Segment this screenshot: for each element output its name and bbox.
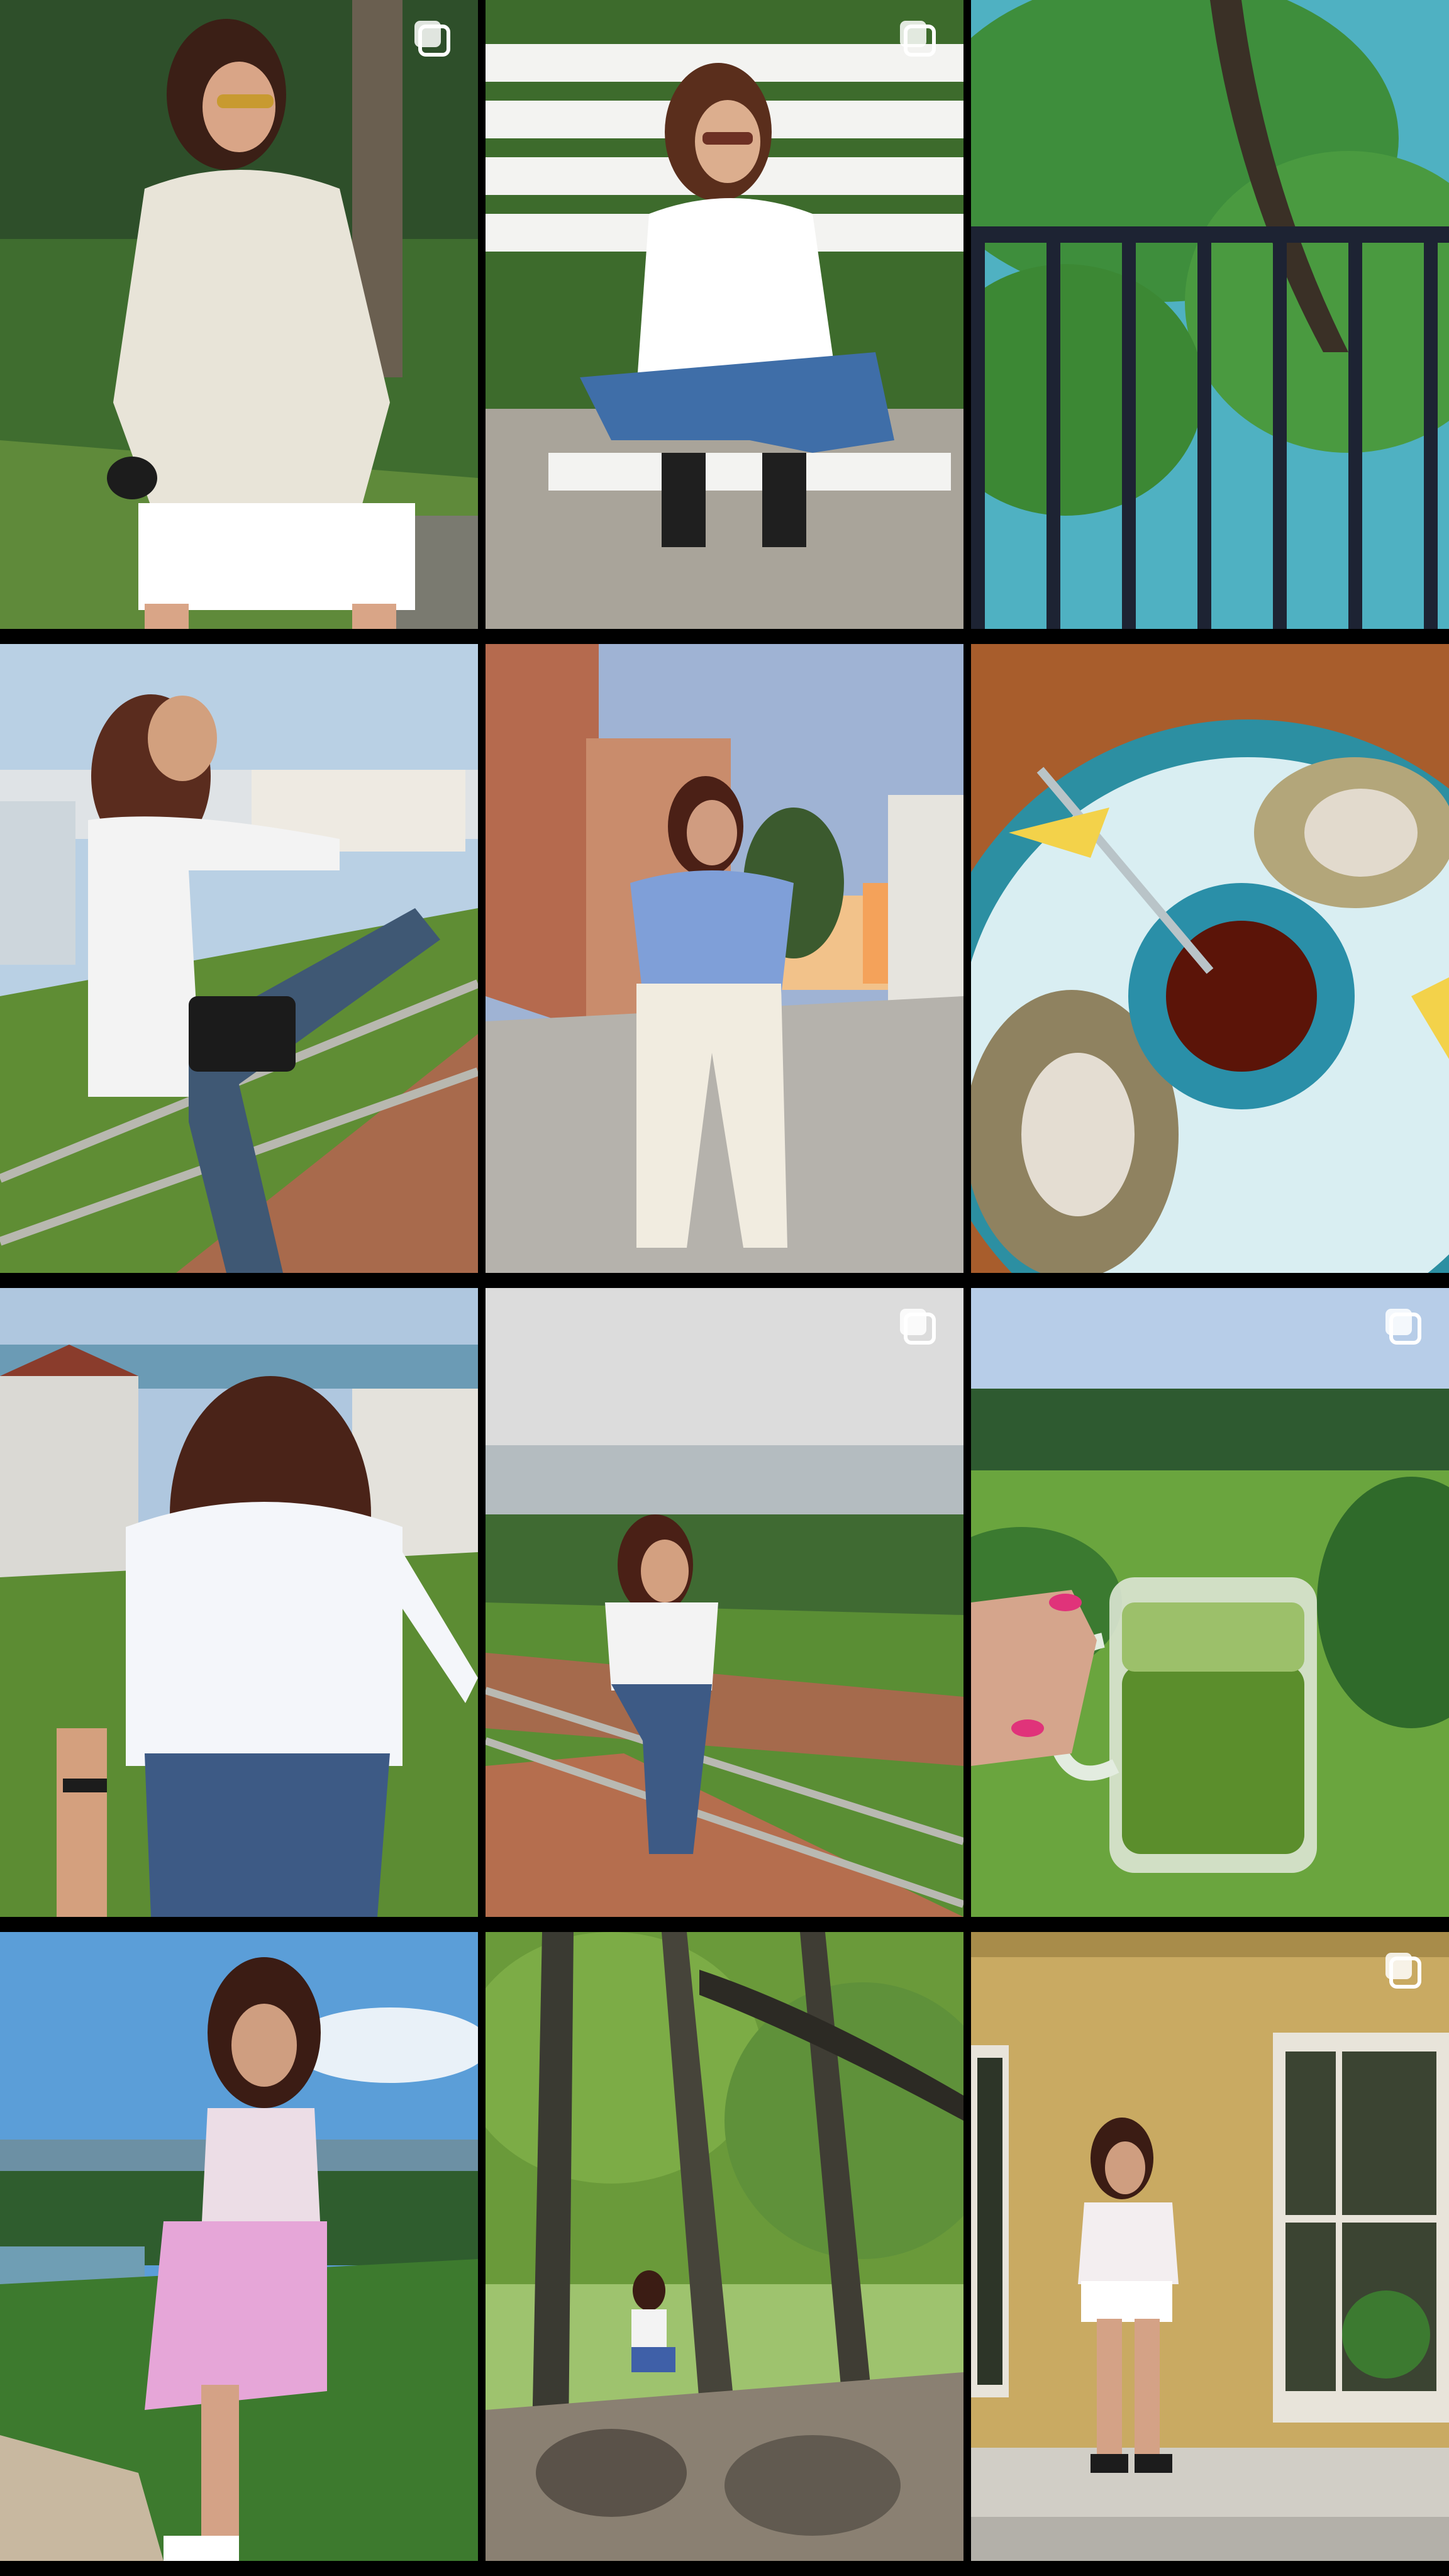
post-photo [486, 0, 963, 629]
post-grid [0, 0, 1449, 2576]
post-photo [971, 1932, 1449, 2561]
post-photo [486, 1288, 963, 1917]
post-photo [0, 1932, 478, 2561]
post-tile-6[interactable] [971, 644, 1449, 1273]
post-tile-3[interactable] [971, 0, 1449, 629]
carousel-icon [894, 1303, 940, 1348]
post-photo [0, 644, 478, 1273]
post-photo [971, 1288, 1449, 1917]
post-tile-2[interactable] [486, 0, 963, 629]
post-tile-5[interactable] [486, 644, 963, 1273]
carousel-icon [894, 15, 940, 60]
carousel-icon [1380, 1303, 1425, 1348]
post-tile-12[interactable] [971, 1932, 1449, 2561]
post-tile-10[interactable] [0, 1932, 478, 2561]
post-tile-9[interactable] [971, 1288, 1449, 1917]
post-tile-11[interactable] [486, 1932, 963, 2561]
post-tile-8[interactable] [486, 1288, 963, 1917]
post-photo [971, 0, 1449, 629]
post-tile-7[interactable] [0, 1288, 478, 1917]
post-photo [0, 0, 478, 629]
post-photo [0, 1288, 478, 1917]
carousel-icon [1380, 1947, 1425, 1992]
post-photo [486, 1932, 963, 2561]
post-tile-1[interactable] [0, 0, 478, 629]
post-photo [971, 644, 1449, 1273]
post-photo [486, 644, 963, 1273]
carousel-icon [409, 15, 454, 60]
post-tile-4[interactable] [0, 644, 478, 1273]
